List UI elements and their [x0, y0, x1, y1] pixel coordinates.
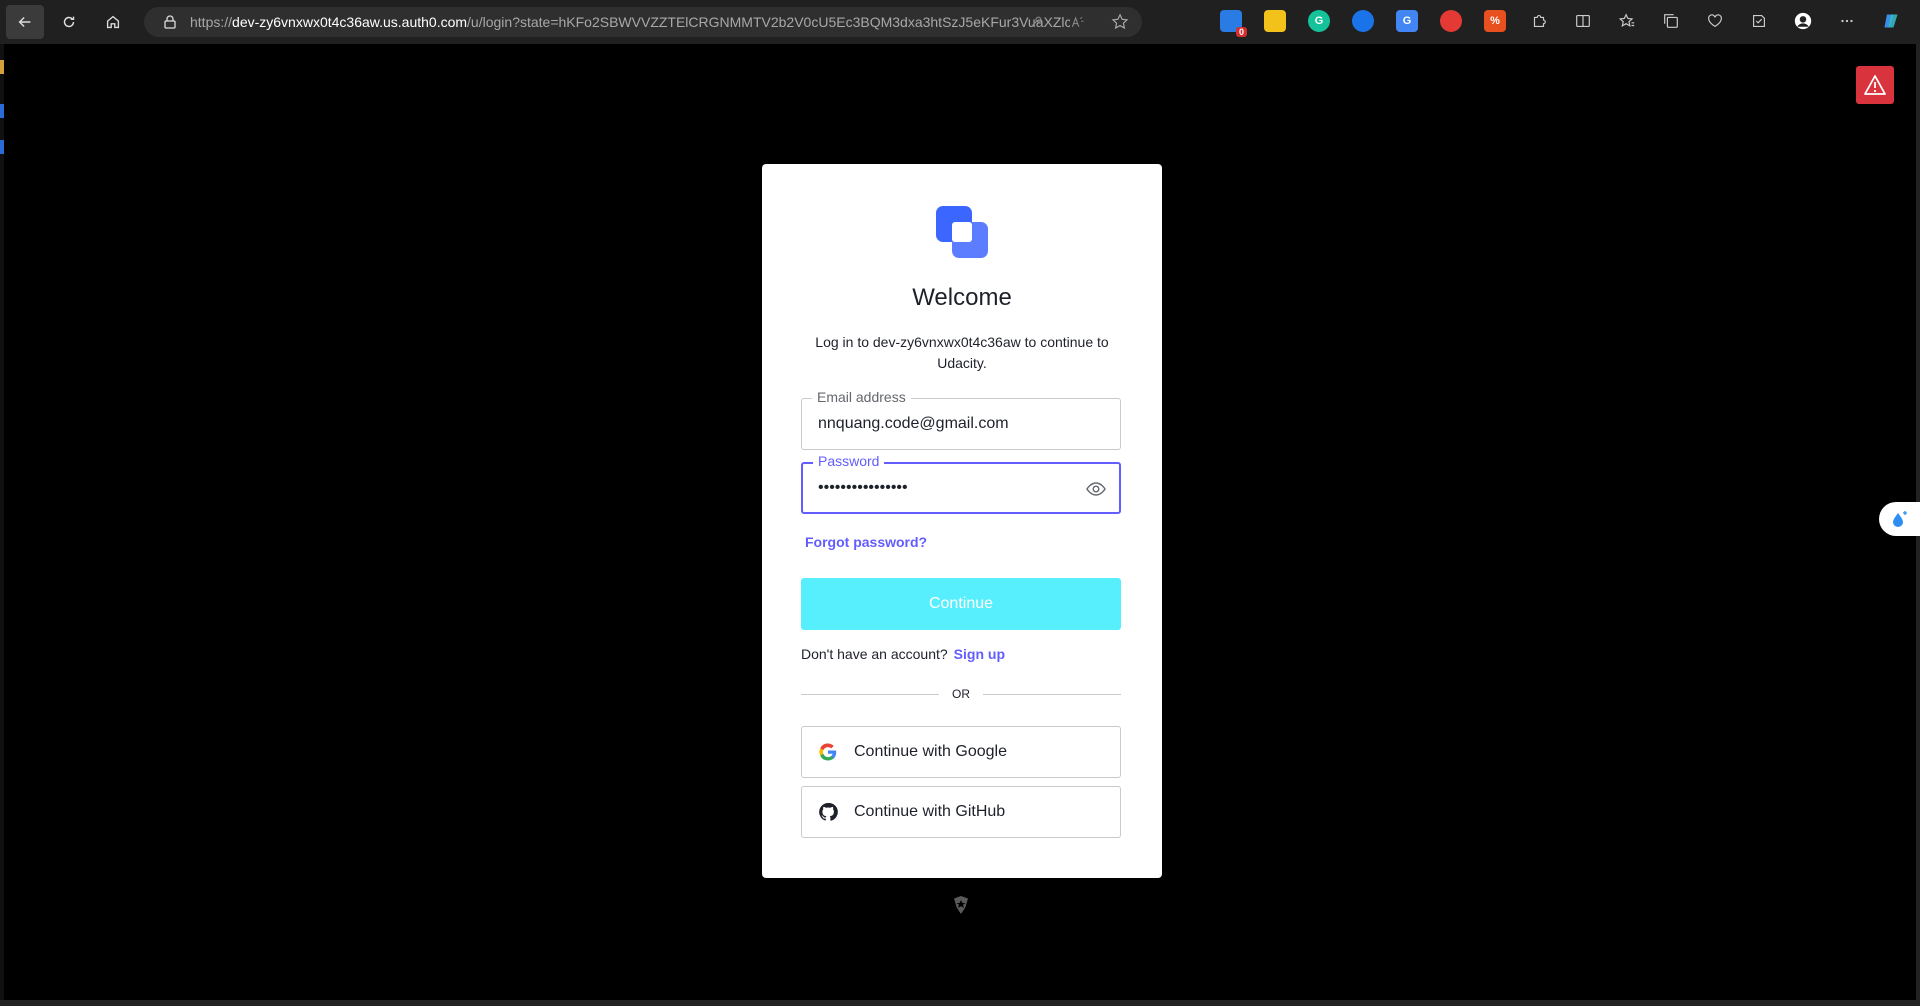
password-key-icon[interactable]: [1026, 12, 1046, 32]
split-screen-icon[interactable]: [1572, 10, 1594, 32]
app-logo-icon: [936, 206, 988, 258]
extension-blue-icon[interactable]: 0: [1220, 10, 1247, 37]
no-account-text: Don't have an account?: [801, 646, 948, 662]
forgot-password-link[interactable]: Forgot password?: [805, 534, 927, 550]
or-divider: OR: [801, 686, 1121, 702]
reload-icon: [63, 16, 75, 28]
browser-essentials-icon[interactable]: [1748, 10, 1770, 32]
home-button[interactable]: [94, 5, 132, 39]
continue-button[interactable]: Continue: [801, 578, 1121, 630]
lock-icon: [164, 15, 176, 29]
extension-pdf-icon[interactable]: %: [1484, 10, 1506, 32]
profile-avatar-icon[interactable]: [1792, 10, 1814, 32]
auth0-shield-icon: [954, 896, 968, 914]
signup-link[interactable]: Sign up: [954, 646, 1005, 662]
side-helper-button[interactable]: [1879, 502, 1920, 536]
extension-yellow-icon[interactable]: [1264, 10, 1286, 32]
password-value[interactable]: ••••••••••••••••: [818, 479, 908, 497]
bottom-edge-strip: [0, 1000, 1920, 1006]
home-icon: [106, 15, 120, 29]
copilot-icon[interactable]: [1880, 10, 1902, 32]
extensions-puzzle-icon[interactable]: [1528, 10, 1550, 32]
extension-red-icon[interactable]: [1440, 10, 1462, 32]
back-button[interactable]: [6, 5, 44, 39]
favorite-star-icon[interactable]: [1110, 12, 1130, 32]
divider-line-right: [983, 694, 1121, 695]
favorites-icon[interactable]: [1616, 10, 1638, 32]
show-password-eye-icon[interactable]: [1085, 478, 1107, 500]
extension-pdf-label: %: [1490, 15, 1500, 27]
url-text[interactable]: https://dev-zy6vnxwx0t4c36aw.us.auth0.co…: [190, 14, 1070, 30]
url-prefix: https://: [190, 14, 233, 30]
google-icon: [819, 743, 837, 761]
email-field[interactable]: Email address nnquang.code@gmail.com: [801, 389, 1121, 450]
github-icon: [819, 802, 838, 821]
water-drop-sparkle-icon: [1892, 511, 1907, 527]
reload-button[interactable]: [50, 5, 88, 39]
google-button-label: Continue with Google: [854, 743, 1007, 760]
password-field[interactable]: Password ••••••••••••••••: [801, 453, 1121, 514]
login-card: Welcome Log in to dev-zy6vnxwx0t4c36aw t…: [762, 164, 1162, 878]
login-subtitle: Log in to dev-zy6vnxwx0t4c36aw to contin…: [815, 334, 1109, 371]
address-bar[interactable]: https://dev-zy6vnxwx0t4c36aw.us.auth0.co…: [144, 7, 1142, 37]
extension-circle-icon[interactable]: [1352, 10, 1374, 32]
browser-toolbar: https://dev-zy6vnxwx0t4c36aw.us.auth0.co…: [0, 0, 1920, 44]
url-host: dev-zy6vnxwx0t4c36aw.us.auth0.com: [232, 14, 468, 30]
more-options-icon[interactable]: [1836, 10, 1858, 32]
warning-button[interactable]: [1856, 66, 1894, 104]
email-label: Email address: [812, 389, 911, 405]
google-login-button[interactable]: Continue with Google: [801, 726, 1121, 778]
github-login-button[interactable]: Continue with GitHub: [801, 786, 1121, 838]
back-arrow-icon: [18, 16, 31, 28]
url-path: /u/login?state=hKFo2SBWVVZZTElCRGNMMTV2b…: [467, 14, 1070, 30]
grammarly-icon[interactable]: G: [1308, 10, 1330, 32]
password-label: Password: [813, 453, 885, 469]
warning-triangle-icon: [1864, 75, 1886, 95]
page-title: Welcome: [912, 284, 1012, 311]
extension-badge: 0: [1235, 27, 1247, 37]
signup-row: Don't have an account? Sign up: [801, 646, 1005, 662]
email-value[interactable]: nnquang.code@gmail.com: [818, 415, 1009, 433]
health-heart-icon[interactable]: [1704, 10, 1726, 32]
github-button-label: Continue with GitHub: [854, 803, 1006, 820]
read-aloud-icon[interactable]: [1068, 12, 1088, 32]
translate-icon[interactable]: G: [1396, 10, 1418, 32]
collections-icon[interactable]: [1660, 10, 1682, 32]
